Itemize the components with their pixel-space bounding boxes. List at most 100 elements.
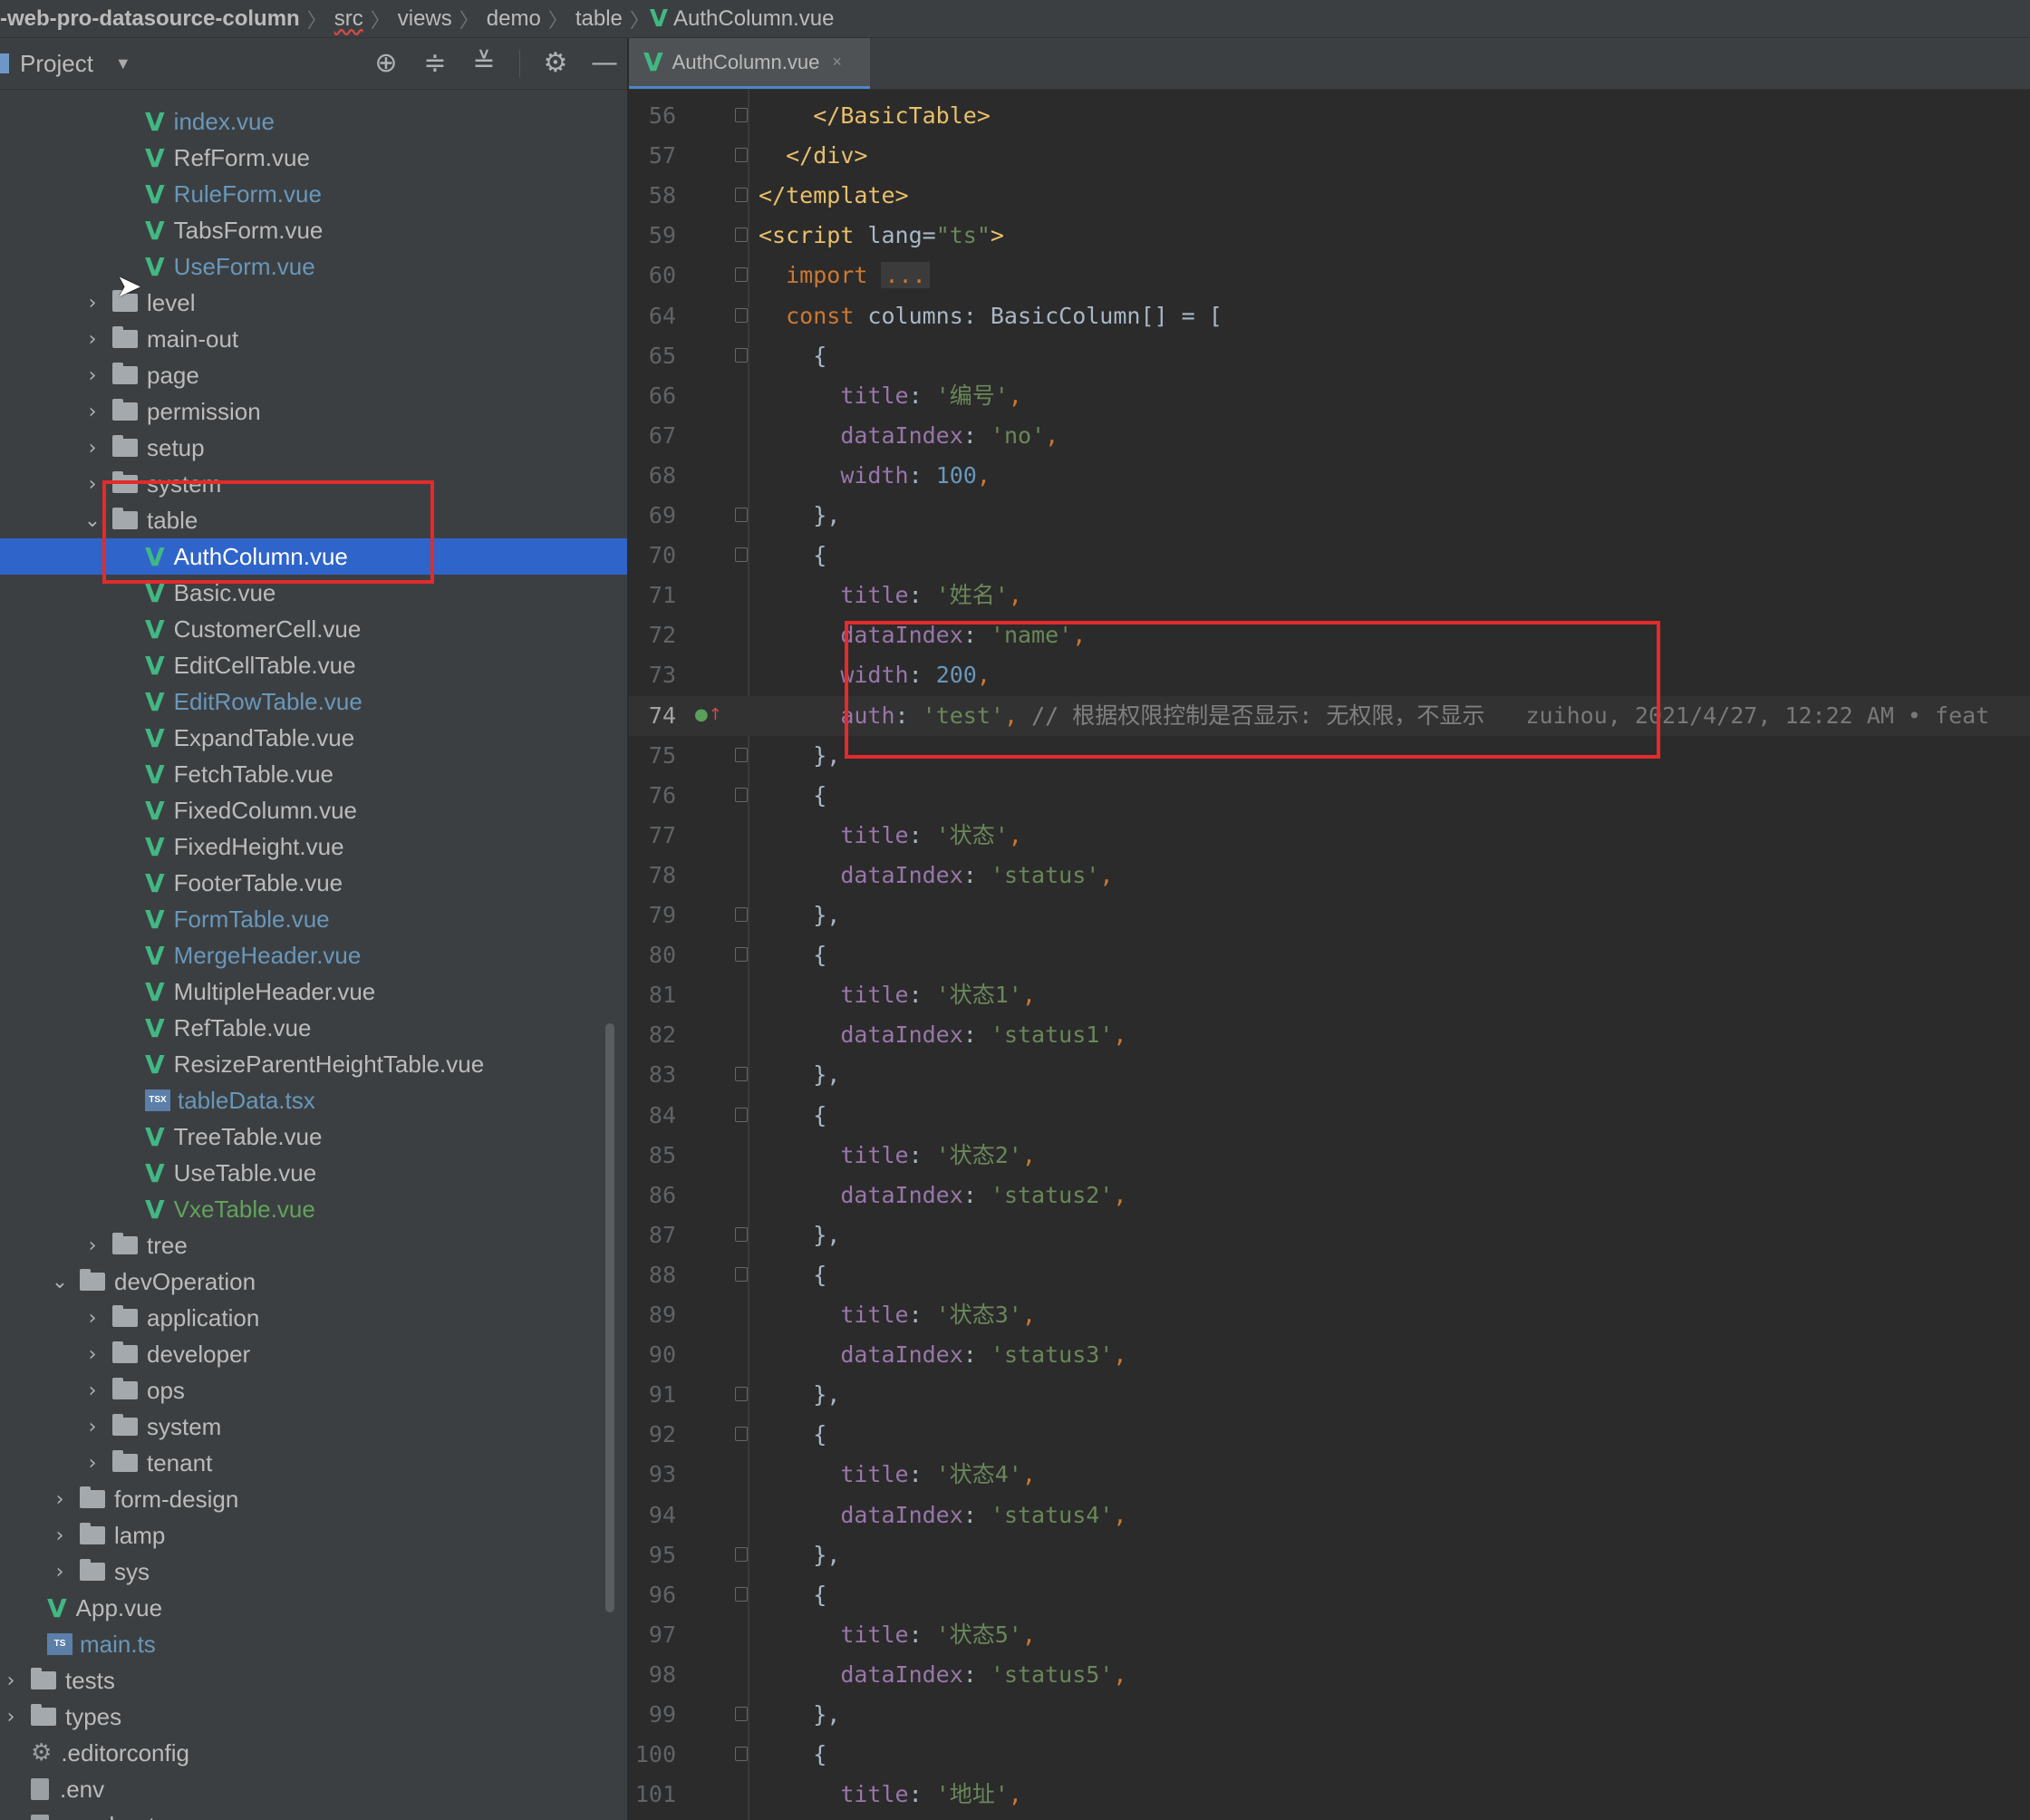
- tree-file[interactable]: V FixedHeight.vue: [0, 828, 627, 865]
- code-line[interactable]: 98 dataIndex: 'status5',: [629, 1655, 2030, 1695]
- tree-file[interactable]: TS main.ts: [0, 1626, 627, 1662]
- chevron-down-icon[interactable]: ▼: [115, 54, 131, 73]
- tree-folder[interactable]: › lamp: [0, 1517, 627, 1554]
- chevron-right-icon[interactable]: ›: [82, 1343, 103, 1366]
- code-line[interactable]: 69 },: [629, 496, 2030, 536]
- code-line[interactable]: 60 import ...: [629, 256, 2030, 295]
- chevron-right-icon[interactable]: ›: [82, 1452, 103, 1475]
- code-line[interactable]: 97 title: '状态5',: [629, 1615, 2030, 1655]
- code-line[interactable]: 58 </template>: [629, 176, 2030, 216]
- tree-file[interactable]: ⚙ .editorconfig: [0, 1735, 627, 1771]
- tree-file[interactable]: V TabsForm.vue: [0, 212, 627, 248]
- code-line[interactable]: 88 {: [629, 1255, 2030, 1295]
- tree-folder[interactable]: › level: [0, 285, 627, 321]
- tree-scrollbar[interactable]: [605, 1023, 614, 1612]
- code-line[interactable]: 83 },: [629, 1055, 2030, 1095]
- fold-marker-icon[interactable]: [735, 148, 748, 163]
- project-view-selector[interactable]: Project: [20, 50, 93, 78]
- tree-folder[interactable]: › system: [0, 1409, 627, 1445]
- code-line[interactable]: 94 dataIndex: 'status4',: [629, 1496, 2030, 1535]
- breadcrumb-project[interactable]: -web-pro-datasource-column: [0, 6, 307, 32]
- fold-marker-icon[interactable]: [735, 108, 748, 122]
- tree-file[interactable]: V FetchTable.vue: [0, 756, 627, 792]
- tree-file[interactable]: V VxeTable.vue: [0, 1191, 627, 1227]
- chevron-right-icon[interactable]: ›: [49, 1561, 71, 1583]
- tab-authcolumn[interactable]: V AuthColumn.vue ×: [629, 38, 870, 89]
- code-line[interactable]: 80 {: [629, 935, 2030, 975]
- tree-folder[interactable]: › setup: [0, 430, 627, 466]
- tree-file[interactable]: V FormTable.vue: [0, 901, 627, 937]
- tree-folder[interactable]: › tenant: [0, 1445, 627, 1481]
- code-line[interactable]: 101 title: '地址',: [629, 1775, 2030, 1815]
- fold-marker-icon[interactable]: [735, 508, 748, 522]
- chevron-right-icon[interactable]: ›: [0, 1706, 22, 1728]
- expand-all-icon[interactable]: ≑: [421, 50, 449, 77]
- project-tree[interactable]: Vindex.vue V RefForm.vue V RuleForm.vue V Tabs…: [0, 90, 627, 1820]
- tree-folder[interactable]: › developer: [0, 1336, 627, 1372]
- code-line[interactable]: 56 </BasicTable>: [629, 96, 2030, 136]
- tree-file[interactable]: V UseTable.vue: [0, 1155, 627, 1191]
- code-line[interactable]: 59 <script lang="ts">: [629, 216, 2030, 256]
- fold-marker-icon[interactable]: [735, 1226, 748, 1242]
- tree-file[interactable]: V UseForm.vue: [0, 248, 627, 285]
- tree-file[interactable]: V RefTable.vue: [0, 1010, 627, 1046]
- code-line[interactable]: 77 title: '状态',: [629, 816, 2030, 856]
- fold-marker-icon[interactable]: [735, 228, 748, 243]
- tree-file[interactable]: V App.vue: [0, 1590, 627, 1626]
- code-line[interactable]: 100 {: [629, 1735, 2030, 1775]
- code-line[interactable]: 79 },: [629, 895, 2030, 935]
- code-line[interactable]: 76 {: [629, 776, 2030, 816]
- fold-marker-icon[interactable]: [735, 1387, 748, 1402]
- code-editor[interactable]: 56 </BasicTable> 57 </div> 58 </template> 59…: [629, 90, 2030, 1820]
- git-change-marker-icon[interactable]: ●↑: [694, 705, 722, 724]
- fold-marker-icon[interactable]: [735, 1546, 748, 1562]
- tree-folder[interactable]: › sys: [0, 1554, 627, 1590]
- tree-file[interactable]: V MultipleHeader.vue: [0, 973, 627, 1010]
- tree-file[interactable]: V ResizeParentHeightTable.vue: [0, 1046, 627, 1082]
- tree-file[interactable]: V ExpandTable.vue: [0, 720, 627, 756]
- fold-marker-icon[interactable]: [735, 547, 748, 563]
- tree-folder[interactable]: ⌄ devOperation: [0, 1263, 627, 1300]
- code-line[interactable]: 89 title: '状态3',: [629, 1295, 2030, 1335]
- chevron-right-icon[interactable]: ›: [82, 364, 103, 387]
- code-line[interactable]: 87 },: [629, 1215, 2030, 1255]
- tree-file[interactable]: Vindex.vue: [0, 103, 627, 140]
- fold-marker-icon[interactable]: [735, 1107, 748, 1122]
- fold-marker-icon[interactable]: [735, 1586, 748, 1602]
- breadcrumb-demo[interactable]: demo: [479, 6, 548, 32]
- fold-marker-icon[interactable]: [735, 747, 748, 762]
- tree-file[interactable]: V EditRowTable.vue: [0, 683, 627, 720]
- code-line[interactable]: 67 dataIndex: 'no',: [629, 416, 2030, 456]
- collapse-all-icon[interactable]: ≚: [470, 50, 498, 77]
- tree-folder[interactable]: › ops: [0, 1372, 627, 1409]
- code-line[interactable]: 86 dataIndex: 'status2',: [629, 1176, 2030, 1215]
- fold-marker-icon[interactable]: [735, 347, 748, 363]
- fold-marker-icon[interactable]: [735, 1707, 748, 1721]
- tree-folder[interactable]: › tree: [0, 1227, 627, 1263]
- locate-icon[interactable]: ⊕: [372, 50, 400, 77]
- tree-folder[interactable]: › form-design: [0, 1481, 627, 1517]
- tree-folder[interactable]: › types: [0, 1699, 627, 1735]
- gear-icon[interactable]: ⚙: [542, 50, 569, 77]
- breadcrumb-table[interactable]: table: [568, 6, 630, 32]
- fold-marker-icon[interactable]: [735, 307, 748, 323]
- chevron-down-icon[interactable]: ⌄: [49, 1271, 71, 1293]
- tree-folder[interactable]: › page: [0, 357, 627, 393]
- chevron-right-icon[interactable]: ›: [82, 1234, 103, 1257]
- tree-file[interactable]: TSX tableData.tsx: [0, 1082, 627, 1118]
- breadcrumb-file[interactable]: AuthColumn.vue: [673, 6, 841, 32]
- code-line[interactable]: 93 title: '状态4',: [629, 1455, 2030, 1495]
- fold-marker-icon[interactable]: [735, 1747, 748, 1762]
- tree-file[interactable]: V FixedColumn.vue: [0, 792, 627, 828]
- chevron-right-icon[interactable]: ›: [82, 1307, 103, 1330]
- code-line[interactable]: 95 },: [629, 1535, 2030, 1575]
- fold-marker-icon[interactable]: [735, 267, 748, 283]
- fold-marker-icon[interactable]: [735, 947, 748, 963]
- fold-marker-icon[interactable]: [735, 1427, 748, 1442]
- code-line[interactable]: 82 dataIndex: 'status1',: [629, 1015, 2030, 1055]
- tree-file[interactable]: V EditCellTable.vue: [0, 647, 627, 683]
- chevron-right-icon[interactable]: ›: [0, 1670, 22, 1692]
- tree-file[interactable]: V CustomerCell.vue: [0, 611, 627, 647]
- code-line[interactable]: 65 {: [629, 336, 2030, 376]
- code-line[interactable]: 96 {: [629, 1575, 2030, 1615]
